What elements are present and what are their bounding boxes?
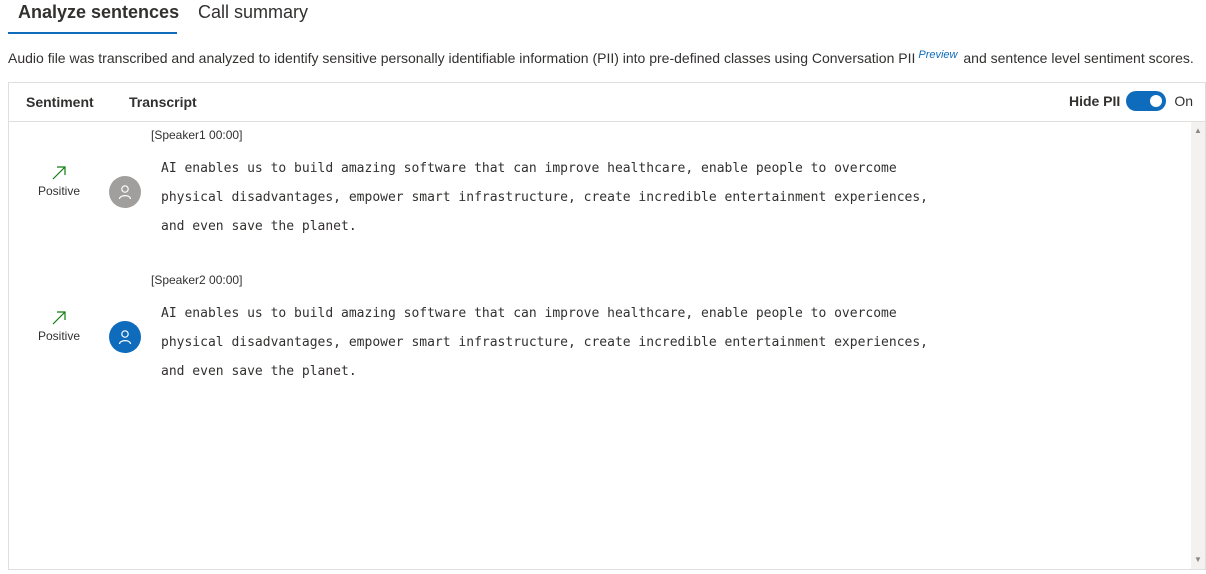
- sentiment-indicator: Positive: [27, 309, 91, 343]
- analyze-sentences-page: Analyze sentences Call summary Audio fil…: [0, 0, 1206, 574]
- scroll-down-icon[interactable]: ▼: [1193, 555, 1203, 565]
- transcript-text: AI enables us to build amazing software …: [161, 299, 961, 386]
- speaker-label: [Speaker1 00:00]: [151, 128, 243, 142]
- description-tail: and sentence level sentiment scores.: [963, 50, 1194, 66]
- transcript-line: physical disadvantages, empower smart in…: [161, 190, 929, 205]
- avatar: [109, 321, 141, 353]
- preview-badge: Preview: [918, 49, 958, 61]
- description-main: Audio file was transcribed and analyzed …: [8, 50, 916, 66]
- scroll-up-icon[interactable]: ▲: [1193, 126, 1203, 136]
- transcript-column-header: Transcript: [129, 94, 197, 110]
- transcript-line: AI enables us to build amazing software …: [161, 161, 897, 176]
- transcript-entry: [Speaker2 00:00] Positive AI enables us …: [9, 273, 1191, 403]
- transcript-text: AI enables us to build amazing software …: [161, 154, 961, 241]
- transcript-line: physical disadvantages, empower smart in…: [161, 335, 929, 350]
- arrow-up-right-icon: [52, 311, 66, 325]
- transcript-line: AI enables us to build amazing software …: [161, 306, 897, 321]
- description-text: Audio file was transcribed and analyzed …: [8, 49, 1194, 66]
- person-icon: [118, 185, 132, 200]
- tab-analyze-sentences[interactable]: Analyze sentences: [18, 2, 179, 23]
- transcript-line: and even save the planet.: [161, 219, 357, 234]
- speaker-label: [Speaker2 00:00]: [151, 273, 243, 287]
- transcript-line: and even save the planet.: [161, 364, 357, 379]
- active-tab-indicator: [8, 32, 177, 34]
- hide-pii-control: Hide PII On: [1069, 91, 1193, 111]
- panel-header: Sentiment Transcript Hide PII On: [9, 83, 1205, 122]
- arrow-up-right-icon: [52, 166, 66, 180]
- sentiment-column-header: Sentiment: [26, 94, 94, 110]
- sentiment-label: Positive: [37, 184, 81, 198]
- toggle-knob: [1150, 95, 1163, 107]
- tab-bar: Analyze sentences Call summary: [0, 0, 1206, 36]
- hide-pii-label: Hide PII: [1068, 93, 1121, 109]
- transcript-panel: Sentiment Transcript Hide PII On [Speake…: [8, 82, 1206, 570]
- transcript-entry: [Speaker1 00:00] Positive AI enables us …: [9, 128, 1191, 258]
- vertical-scrollbar[interactable]: ▲ ▼: [1191, 122, 1205, 569]
- sentiment-indicator: Positive: [27, 164, 91, 198]
- avatar: [109, 176, 141, 208]
- hide-pii-toggle[interactable]: [1126, 91, 1167, 111]
- sentiment-label: Positive: [37, 329, 81, 343]
- tab-call-summary[interactable]: Call summary: [198, 2, 308, 23]
- person-icon: [118, 330, 132, 345]
- hide-pii-state: On: [1174, 93, 1193, 109]
